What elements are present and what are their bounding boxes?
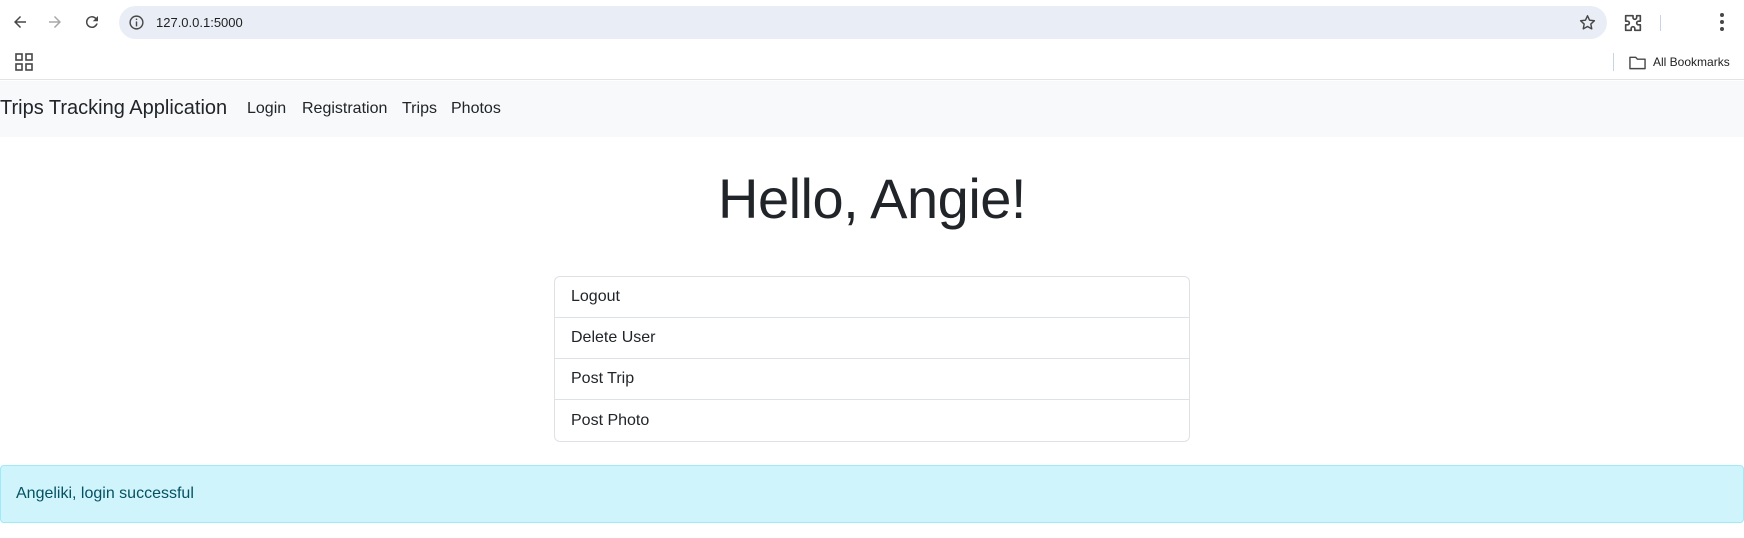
reload-button[interactable] xyxy=(80,10,104,34)
navbar-brand[interactable]: Trips Tracking Application xyxy=(0,96,227,120)
kebab-menu-icon[interactable] xyxy=(1712,10,1732,34)
logout-link[interactable]: Logout xyxy=(555,277,1189,318)
app-navbar: Trips Tracking Application Login Registr… xyxy=(0,81,1744,137)
nav-link-registration[interactable]: Registration xyxy=(302,99,387,119)
reload-icon xyxy=(85,16,98,29)
nav-link-photos[interactable]: Photos xyxy=(451,99,501,119)
url-text[interactable]: 127.0.0.1:5000 xyxy=(156,14,243,31)
post-photo-link[interactable]: Post Photo xyxy=(555,400,1189,441)
forward-arrow-icon xyxy=(49,16,61,28)
site-info-icon[interactable] xyxy=(128,14,145,31)
browser-toolbar: 127.0.0.1:5000 xyxy=(0,0,1744,44)
folder-icon xyxy=(1629,56,1646,69)
nav-link-login[interactable]: Login xyxy=(247,99,286,119)
alert-message: Angeliki, login successful xyxy=(16,485,194,502)
login-success-alert: Angeliki, login successful xyxy=(0,465,1744,523)
back-button[interactable] xyxy=(8,10,32,34)
action-list: Logout Delete User Post Trip Post Photo xyxy=(554,276,1190,442)
nav-link-trips[interactable]: Trips xyxy=(402,99,437,119)
post-trip-link[interactable]: Post Trip xyxy=(555,359,1189,400)
all-bookmarks-label: All Bookmarks xyxy=(1653,55,1730,69)
delete-user-link[interactable]: Delete User xyxy=(555,318,1189,359)
bookmarks-bar: All Bookmarks xyxy=(0,44,1744,80)
toolbar-divider xyxy=(1660,15,1661,31)
all-bookmarks-button[interactable]: All Bookmarks xyxy=(1629,52,1730,72)
forward-button[interactable] xyxy=(43,10,67,34)
address-bar[interactable]: 127.0.0.1:5000 xyxy=(119,6,1607,39)
greeting-heading: Hello, Angie! xyxy=(718,167,1026,230)
extensions-icon[interactable] xyxy=(1622,12,1644,34)
back-arrow-icon xyxy=(14,16,26,28)
bookmarks-divider xyxy=(1613,53,1614,71)
bookmark-star-icon[interactable] xyxy=(1578,13,1597,32)
apps-grid-icon[interactable] xyxy=(15,53,33,71)
